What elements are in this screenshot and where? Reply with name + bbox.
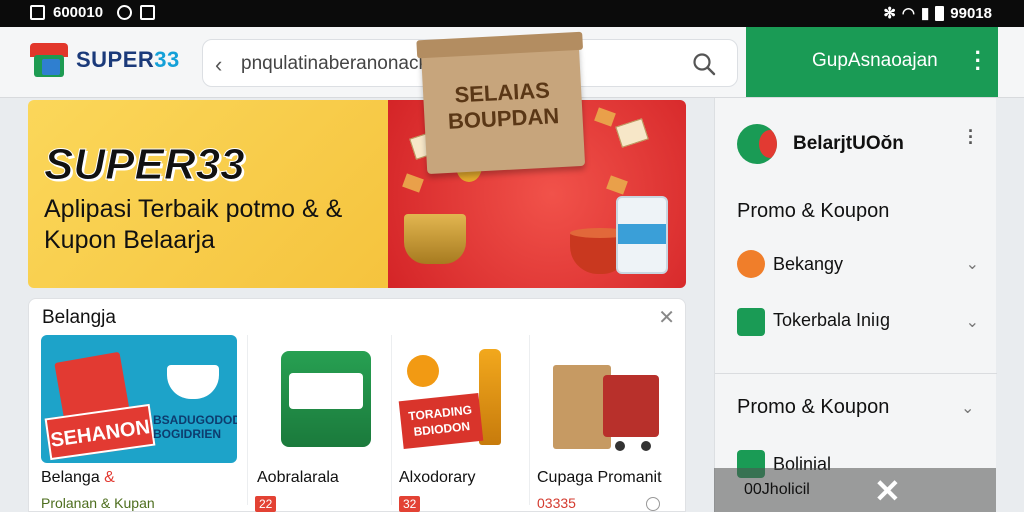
brand-avatar xyxy=(737,124,777,164)
bag-label: SELAIAS BOUPDAN xyxy=(447,77,560,134)
side-panel: BelarjtUOŏn · · · Promo & Koupon Bekangy ⌄… xyxy=(714,98,997,512)
notification-icon xyxy=(30,5,45,20)
header-action-label: GupAsnaoajan xyxy=(812,50,938,71)
hero-title: SUPER33 xyxy=(44,140,246,190)
status-time: 99018 xyxy=(950,4,992,22)
logo-text: SUPER33 xyxy=(76,47,180,72)
divider xyxy=(715,373,997,374)
panel-brand[interactable]: BelarjtUOŏn xyxy=(737,124,904,164)
product-name: Belanga & xyxy=(41,469,115,486)
back-chevron-icon[interactable]: ‹ xyxy=(215,52,222,78)
product-image xyxy=(537,335,677,463)
close-icon[interactable]: ✕ xyxy=(874,472,901,510)
shopping-bag-image: SELAIAS BOUPDAN xyxy=(416,31,586,175)
signal-icon: ▮ xyxy=(921,5,930,22)
shopping-card-title: Belangja xyxy=(42,307,116,328)
divider xyxy=(247,335,248,505)
snackbar-text: 00Jholicil xyxy=(744,481,810,498)
panel-heading: Promo & Koupon xyxy=(737,200,890,222)
header-action-button[interactable]: GupAsnaoajan · · · xyxy=(746,27,998,97)
store-logo-icon xyxy=(28,41,70,79)
panel-menu-icon[interactable]: · · · xyxy=(968,122,974,152)
divider xyxy=(391,335,392,505)
app-logo[interactable]: SUPER33 xyxy=(28,41,180,79)
product-name: Alxodorary xyxy=(399,469,476,486)
pot-image xyxy=(404,214,466,264)
sync-icon xyxy=(117,5,133,20)
product-image: SEHANON BSADUGODOD BOGIDRIEN xyxy=(41,335,237,463)
product-meta: Prolanan & Kupan xyxy=(41,495,155,511)
product-name: Cupaga Promanit xyxy=(537,469,662,486)
chevron-down-icon[interactable]: ⌄ xyxy=(961,398,996,418)
product-meta: 03335 xyxy=(537,495,660,512)
status-left-text: 600010 xyxy=(53,4,104,21)
tub-image xyxy=(616,196,668,274)
hero-subtitle: Aplipasi Terbaik potmo & & Kupon Belaarj… xyxy=(44,195,343,254)
panel-brand-name: BelarjtUOŏn xyxy=(793,133,904,154)
wifi-icon: ◠ xyxy=(901,5,916,22)
product-image: TORADING BDIODON xyxy=(398,335,529,463)
product-image xyxy=(255,335,395,463)
gallery-icon xyxy=(140,5,156,20)
bluetooth-icon: ✻ xyxy=(883,5,896,22)
price-badge: 22 xyxy=(255,496,277,512)
wallet-icon xyxy=(737,308,765,336)
status-bar: 600010 ✻ ◠ ▮ 99018 xyxy=(0,0,1024,27)
panel-item-label: Tokerbala Iniıg xyxy=(773,310,891,330)
tag-icon xyxy=(737,250,765,278)
panel-heading: Promo & Koupon xyxy=(737,396,890,418)
panel-item-tokerbala[interactable]: Tokerbala Iniıg ⌄ xyxy=(737,308,979,362)
price-badge: 32 xyxy=(399,496,421,512)
panel-item-bekangy[interactable]: Bekangy ⌄ xyxy=(737,250,979,280)
chevron-down-icon[interactable]: ⌄ xyxy=(966,254,979,274)
shopping-card: Belangja ✕ SEHANON BSADUGODOD BOGIDRIEN … xyxy=(28,298,686,512)
product-name: Aobralarala xyxy=(257,469,339,486)
panel-item-label: Bekangy xyxy=(773,254,844,274)
search-icon[interactable] xyxy=(691,51,717,77)
product-meta: 22 xyxy=(255,495,280,512)
battery-icon xyxy=(935,5,945,21)
clock-icon xyxy=(645,497,660,512)
snackbar: 00Jholicil ✕ xyxy=(714,468,996,512)
close-icon[interactable]: ✕ xyxy=(658,305,675,330)
product-meta: 32 xyxy=(399,495,424,512)
divider xyxy=(529,335,530,505)
tag-icon: & xyxy=(104,469,115,486)
overflow-menu-icon[interactable]: · · · xyxy=(975,42,982,80)
chevron-down-icon[interactable]: ⌄ xyxy=(966,312,979,332)
